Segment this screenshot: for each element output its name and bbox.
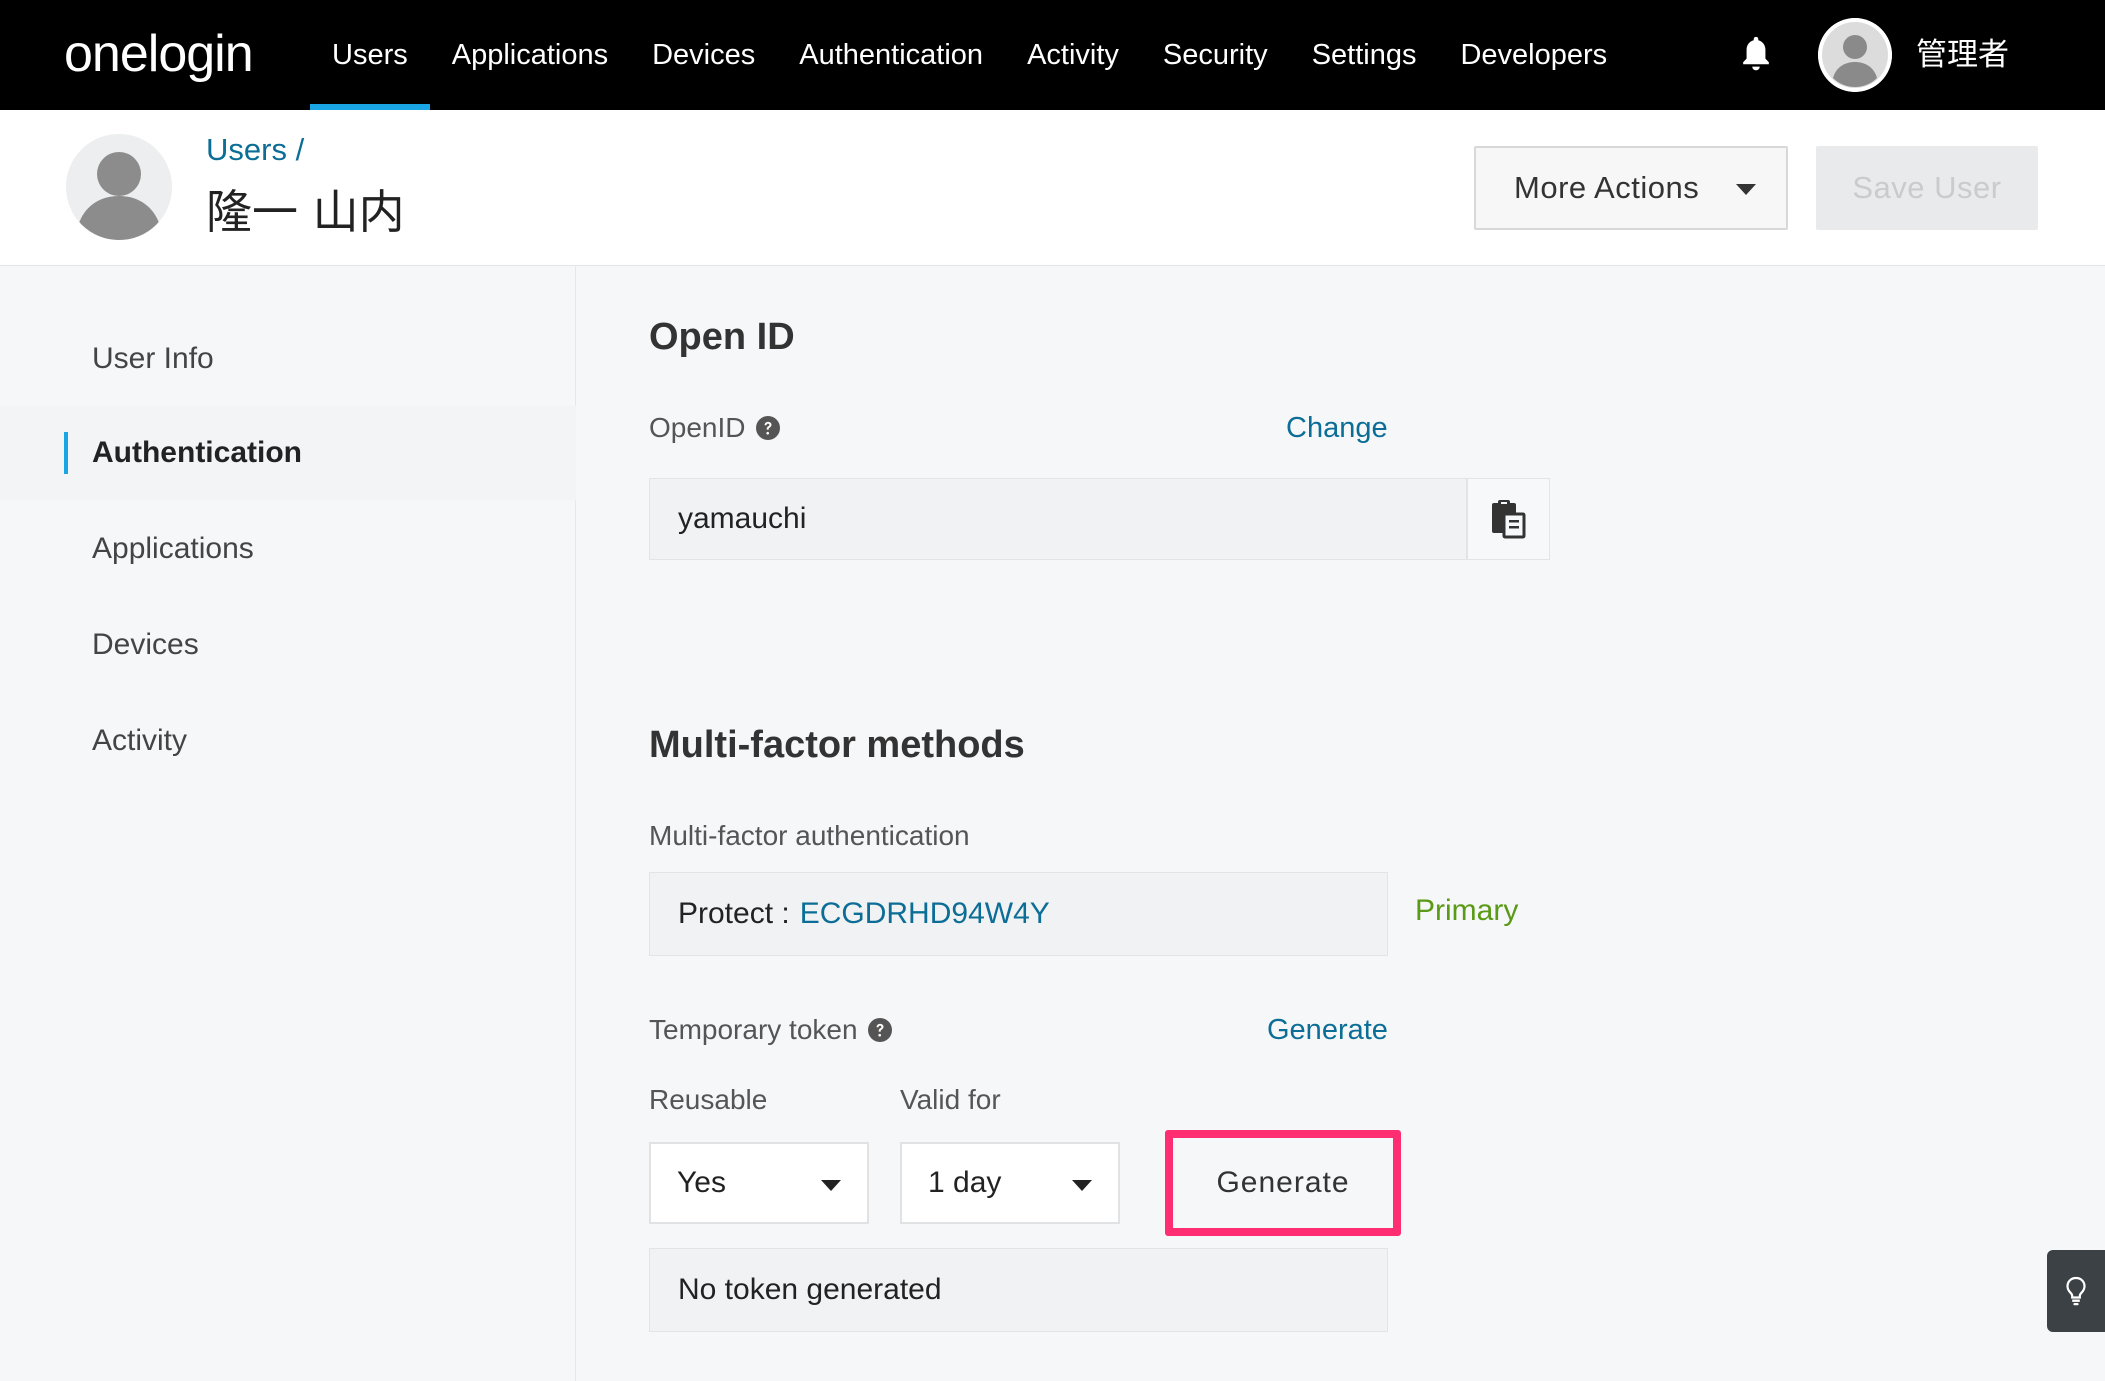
valid-for-select-value: 1 day	[928, 1166, 1002, 1199]
sidebar-item-authentication[interactable]: Authentication	[0, 406, 576, 500]
mfa-label: Multi-factor authentication	[649, 820, 970, 851]
nav-menu: Users Applications Devices Authenticatio…	[310, 0, 1629, 110]
nav-item-security[interactable]: Security	[1141, 0, 1290, 110]
user-header: Users / 隆一 山内 More Actions Save User	[0, 110, 2105, 266]
tips-button[interactable]	[2047, 1250, 2105, 1332]
openid-change-link[interactable]: Change	[1286, 412, 1388, 445]
generate-token-button[interactable]: Generate	[1179, 1144, 1387, 1222]
nav-item-applications[interactable]: Applications	[430, 0, 630, 110]
openid-label-text: OpenID	[649, 412, 746, 443]
help-icon[interactable]	[755, 416, 780, 440]
admin-name[interactable]: 管理者	[1916, 30, 2009, 80]
save-user-button[interactable]: Save User	[1816, 146, 2038, 230]
page-title: 隆一 山内	[206, 185, 405, 239]
onelogin-logo[interactable]: onelogin	[64, 22, 254, 86]
caret-down-icon	[1072, 1180, 1092, 1191]
openid-value-field[interactable]: yamauchi	[649, 478, 1467, 560]
more-actions-button[interactable]: More Actions	[1474, 146, 1788, 230]
help-icon[interactable]	[867, 1018, 892, 1042]
valid-for-select[interactable]: 1 day	[900, 1142, 1120, 1224]
temp-token-label-text: Temporary token	[649, 1014, 858, 1045]
nav-item-settings[interactable]: Settings	[1290, 0, 1439, 110]
reusable-select[interactable]: Yes	[649, 1142, 869, 1224]
user-avatar	[66, 134, 172, 240]
valid-for-label: Valid for	[900, 1084, 1001, 1115]
clipboard-icon	[1491, 500, 1525, 539]
mfa-method-field[interactable]: Protect : ECGDRHD94W4Y	[649, 872, 1388, 956]
main-content: Open ID OpenID Change yamauchi Multi-fac…	[577, 266, 2105, 1381]
openid-label: OpenID	[649, 412, 780, 444]
nav-item-authentication[interactable]: Authentication	[777, 0, 1005, 110]
token-status-field: No token generated	[649, 1248, 1388, 1332]
more-actions-label: More Actions	[1514, 170, 1700, 205]
person-icon	[66, 134, 172, 240]
reusable-select-value: Yes	[677, 1166, 726, 1199]
admin-avatar[interactable]	[1818, 18, 1892, 92]
breadcrumb-users[interactable]: Users /	[206, 132, 304, 168]
caret-down-icon	[1736, 184, 1756, 195]
sidebar-item-activity[interactable]: Activity	[0, 694, 576, 788]
primary-badge: Primary	[1415, 894, 1519, 927]
mfa-method-id[interactable]: ECGDRHD94W4Y	[800, 897, 1050, 931]
nav-item-developers[interactable]: Developers	[1438, 0, 1629, 110]
lightbulb-icon	[2066, 1276, 2086, 1306]
nav-item-activity[interactable]: Activity	[1005, 0, 1141, 110]
mfa-section-title: Multi-factor methods	[649, 724, 1025, 766]
top-navigation: onelogin Users Applications Devices Auth…	[0, 0, 2105, 110]
sidebar: User Info Authentication Applications De…	[0, 266, 576, 1381]
openid-section-title: Open ID	[649, 316, 795, 358]
mfa-method-name: Protect :	[678, 897, 790, 930]
temp-token-generate-link[interactable]: Generate	[1267, 1014, 1388, 1047]
copy-openid-button[interactable]	[1467, 478, 1550, 560]
person-icon	[1818, 18, 1892, 92]
reusable-label: Reusable	[649, 1084, 768, 1115]
caret-down-icon	[821, 1180, 841, 1191]
temp-token-label: Temporary token	[649, 1014, 892, 1046]
nav-item-users[interactable]: Users	[310, 0, 430, 110]
sidebar-item-applications[interactable]: Applications	[0, 502, 576, 596]
nav-item-devices[interactable]: Devices	[630, 0, 777, 110]
sidebar-item-devices[interactable]: Devices	[0, 598, 576, 692]
sidebar-item-user-info[interactable]: User Info	[0, 312, 576, 406]
bell-icon[interactable]	[1738, 34, 1774, 74]
